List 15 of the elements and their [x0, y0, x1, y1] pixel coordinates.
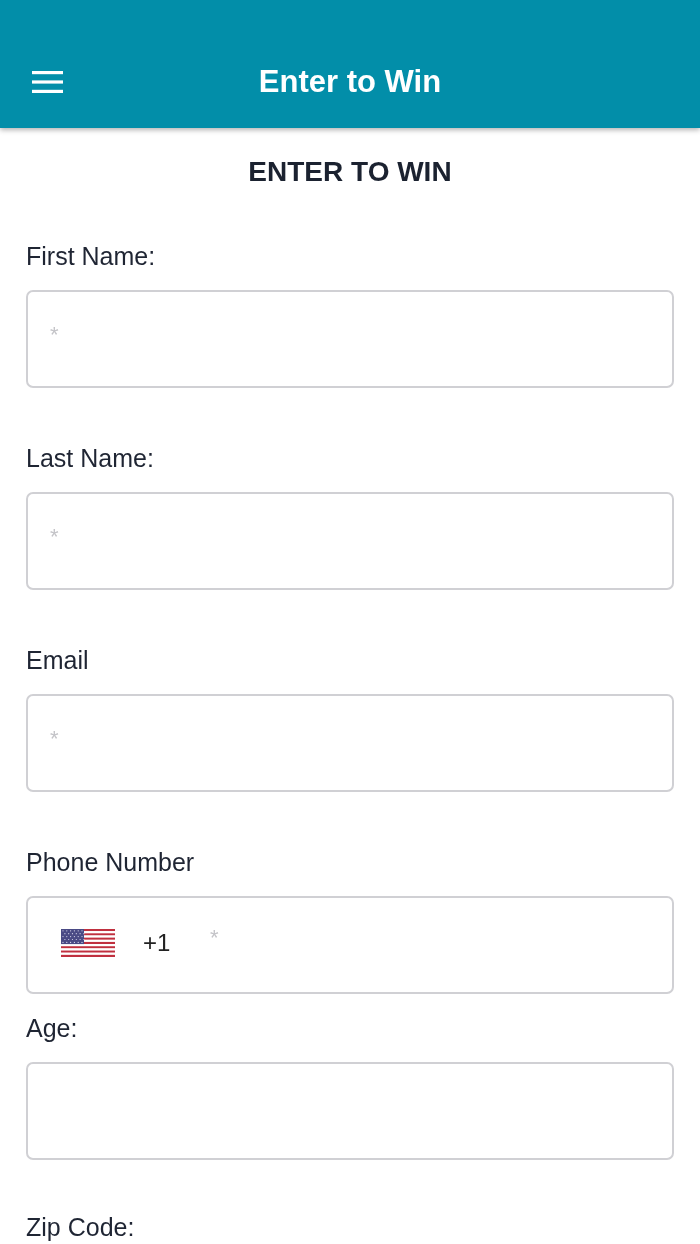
- text-input-field[interactable]: *: [26, 492, 674, 590]
- field-label: Email: [26, 645, 90, 676]
- field-label: First Name:: [26, 241, 157, 272]
- text-input-field[interactable]: *: [26, 290, 674, 388]
- form-heading: ENTER TO WIN: [247, 155, 453, 189]
- country-code-button[interactable]: +1: [61, 929, 171, 957]
- app-bar-title: Enter to Win: [258, 63, 442, 101]
- field-label: Phone Number: [26, 847, 196, 878]
- field-label: Last Name:: [26, 443, 155, 474]
- text-input-field[interactable]: [26, 1062, 674, 1160]
- text-input-field[interactable]: *: [26, 694, 674, 792]
- field-label: Age:: [26, 1013, 79, 1044]
- us-flag-icon: [61, 929, 115, 957]
- menu-icon[interactable]: [32, 71, 63, 93]
- field-label: Zip Code:: [26, 1213, 136, 1241]
